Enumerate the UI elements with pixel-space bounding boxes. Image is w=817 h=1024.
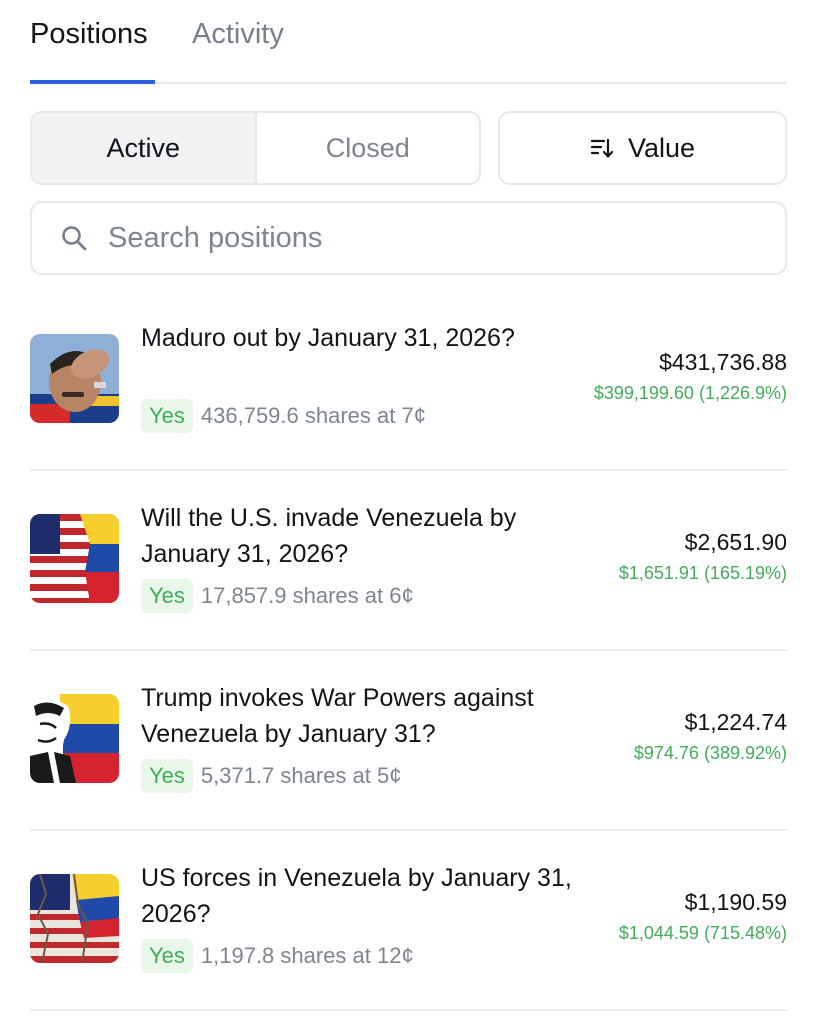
position-row[interactable]: Will the U.S. invade Venezuela by Januar… <box>30 469 787 651</box>
position-pnl: $399,199.60 (1,226.9%) <box>593 383 787 403</box>
tab-positions[interactable]: Positions <box>30 14 148 54</box>
status-segmented-control: Active Closed <box>30 111 481 185</box>
position-title[interactable]: US forces in Venezuela by January 31, 20… <box>141 860 591 932</box>
sort-icon <box>590 136 614 160</box>
position-value: $431,736.88 <box>659 349 787 375</box>
position-meta: Yes 436,759.6 shares at 7¢ <box>141 399 426 433</box>
active-filter-button[interactable]: Active <box>32 113 257 183</box>
shares-info: 17,857.9 shares at 6¢ <box>200 583 414 608</box>
position-meta: Yes 17,857.9 shares at 6¢ <box>141 579 414 613</box>
position-title[interactable]: Maduro out by January 31, 2026? <box>141 320 591 356</box>
position-value: $1,190.59 <box>684 889 787 915</box>
position-row[interactable]: Trump invokes War Powers against Venezue… <box>30 649 787 831</box>
position-meta: Yes 5,371.7 shares at 5¢ <box>141 759 401 793</box>
position-pnl: $1,044.59 (715.48%) <box>618 923 787 943</box>
shares-info: 436,759.6 shares at 7¢ <box>200 403 426 428</box>
outcome-badge: Yes <box>141 759 193 793</box>
closed-filter-button[interactable]: Closed <box>256 113 479 183</box>
position-title[interactable]: Trump invokes War Powers against Venezue… <box>141 680 591 752</box>
position-pnl: $974.76 (389.92%) <box>633 743 787 763</box>
outcome-badge: Yes <box>141 939 193 973</box>
tab-bar: Positions Activity <box>30 0 787 84</box>
shares-info: 1,197.8 shares at 12¢ <box>200 943 414 968</box>
us-venezuela-flag-thumbnail <box>30 514 119 603</box>
position-title[interactable]: Will the U.S. invade Venezuela by Januar… <box>141 500 591 572</box>
active-tab-indicator <box>30 80 155 84</box>
position-row[interactable]: US forces in Venezuela by January 31, 20… <box>30 829 787 1011</box>
outcome-badge: Yes <box>141 579 193 613</box>
tab-activity[interactable]: Activity <box>192 14 284 54</box>
position-pnl: $1,651.91 (165.19%) <box>618 563 787 583</box>
position-value: $1,224.74 <box>684 709 787 735</box>
sort-label: Value <box>627 132 696 163</box>
position-row[interactable]: Maduro out by January 31, 2026? Yes 436,… <box>30 289 787 471</box>
maduro-thumbnail <box>30 334 119 423</box>
search-icon <box>60 224 88 252</box>
trump-venezuela-thumbnail <box>30 694 119 783</box>
sort-by-value-button[interactable]: Value <box>498 111 787 185</box>
position-meta: Yes 1,197.8 shares at 12¢ <box>141 939 414 973</box>
search-input[interactable] <box>106 220 710 256</box>
position-value: $2,651.90 <box>684 529 787 555</box>
shares-info: 5,371.7 shares at 5¢ <box>200 763 402 788</box>
outcome-badge: Yes <box>141 399 193 433</box>
search-box <box>30 201 787 275</box>
us-venezuela-cracked-flag-thumbnail <box>30 874 119 963</box>
